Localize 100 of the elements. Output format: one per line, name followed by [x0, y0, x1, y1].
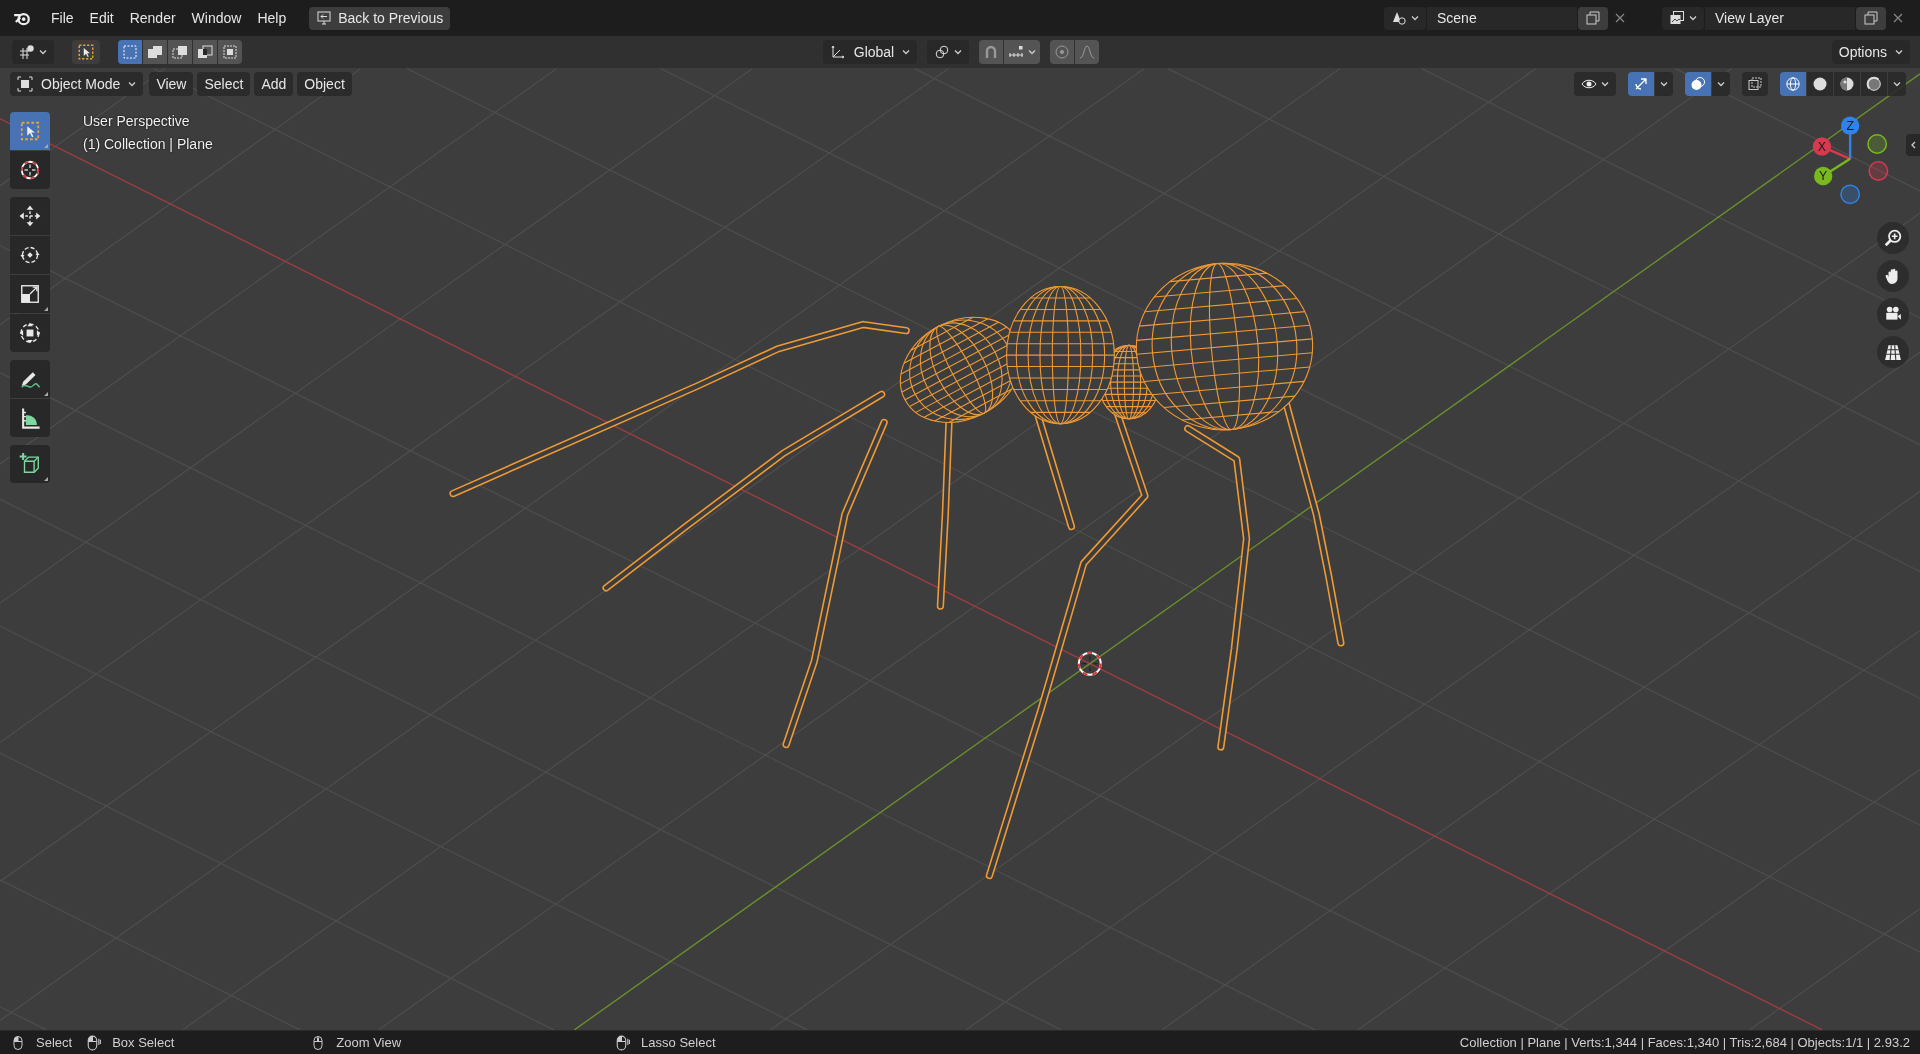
gizmo-dropdown[interactable] [1655, 72, 1673, 96]
gizmo-toggle[interactable] [1628, 72, 1654, 96]
dashed-square-icon [122, 44, 138, 60]
select-box-icon [19, 120, 41, 142]
overlapping-circles-icon [1690, 76, 1706, 92]
copy-icon [1863, 10, 1879, 26]
tool-button[interactable] [10, 399, 50, 437]
select-mode-button[interactable] [168, 40, 192, 64]
menu-item[interactable]: Edit [82, 6, 121, 30]
menu-item[interactable]: Select [197, 72, 251, 96]
xray-toggle[interactable] [1742, 72, 1768, 96]
cone-sphere-icon [1391, 10, 1407, 26]
select-mode-button[interactable] [218, 40, 242, 64]
axes-icon [829, 44, 846, 60]
object-mode-icon [17, 76, 33, 92]
caret-icon [1689, 14, 1697, 22]
back-button[interactable]: Back to Previous [309, 6, 451, 30]
select-mode-button[interactable] [193, 40, 217, 64]
caret-icon [1601, 80, 1609, 88]
caret-icon [39, 48, 47, 56]
key-hint: Zoom View [336, 1035, 402, 1050]
snap-target-dropdown[interactable] [1004, 40, 1041, 64]
crosshair-icon [19, 159, 41, 181]
wireframe-sphere-icon [1785, 76, 1801, 92]
menu-item[interactable]: Render [122, 6, 183, 30]
select-mode-button[interactable] [143, 40, 167, 64]
proportional-edit-toggle[interactable] [1050, 40, 1075, 64]
caret-icon [1028, 48, 1037, 56]
chevron-icon [1909, 140, 1917, 150]
sidebar-toggle[interactable] [1906, 134, 1920, 156]
caret-icon [902, 48, 911, 56]
cursor-target-icon [1077, 651, 1102, 676]
new-scene-button[interactable] [1578, 6, 1608, 30]
axis-handle[interactable] [1840, 184, 1861, 205]
camera-button[interactable] [1877, 298, 1909, 330]
transform-icon [19, 322, 41, 344]
grid-button[interactable] [1877, 336, 1909, 368]
tool-button[interactable] [10, 197, 50, 235]
shaded-sphere-icon [1866, 76, 1882, 92]
tool-button[interactable] [10, 151, 50, 189]
visibility-dropdown[interactable] [1574, 72, 1616, 96]
screen-arrow-icon [316, 10, 333, 26]
arrows-icon [1633, 76, 1649, 92]
axis-handle[interactable]: X [1812, 137, 1851, 160]
axis-handle[interactable] [1868, 161, 1889, 181]
tool-button[interactable] [10, 314, 50, 352]
falloff-dropdown[interactable] [1075, 40, 1100, 64]
tool-button[interactable] [10, 445, 50, 483]
menu-item[interactable]: Help [250, 6, 294, 30]
overlapping-squares-icon [147, 44, 163, 60]
caret-icon [128, 80, 137, 88]
overlay-dropdown[interactable] [1712, 72, 1730, 96]
overlapping-circles-icon [934, 44, 951, 60]
solid-sphere-icon [1812, 76, 1828, 92]
tool-button[interactable] [10, 236, 50, 274]
mouse-left-icon [10, 1033, 26, 1052]
scene-statistics: Collection | Plane | Verts:1,344 | Faces:1,340 | Tris:2,684 | Objects:1/1 | 2.93.2 [1459, 1035, 1910, 1050]
magnifier-plus-icon [1884, 229, 1902, 247]
add-cube-icon [19, 453, 41, 475]
menu-item[interactable]: File [44, 6, 81, 30]
editor-type-button[interactable] [12, 40, 54, 64]
pivot-dropdown[interactable] [927, 40, 970, 64]
snap-toggle[interactable] [979, 40, 1004, 64]
options-dropdown[interactable]: Options [1831, 40, 1910, 64]
zoom-button[interactable] [1877, 222, 1909, 254]
menu-item[interactable]: Add [254, 72, 294, 96]
overlay-toggle[interactable] [1685, 72, 1711, 96]
select-box-icon [77, 43, 95, 61]
scene-menu-button[interactable] [1384, 6, 1426, 30]
shading-button[interactable] [1807, 72, 1833, 96]
shading-dropdown[interactable] [1888, 72, 1906, 96]
orientation-dropdown[interactable]: Global [822, 40, 918, 64]
image-stack-icon [1669, 10, 1685, 26]
squares-intersect-icon [222, 44, 238, 60]
menu-item[interactable]: View [149, 72, 194, 96]
grid-sphere-icon [19, 44, 35, 60]
view-layer-field[interactable]: View Layer [1705, 6, 1855, 30]
tool-button[interactable] [10, 360, 50, 398]
squares-invert-icon [197, 44, 213, 60]
caret-icon [954, 48, 963, 56]
squares-subtract-icon [172, 44, 188, 60]
axis-handle[interactable]: Y [1813, 157, 1851, 186]
caret-icon [1893, 80, 1901, 88]
active-tool-button[interactable] [72, 40, 100, 64]
scene-field[interactable]: Scene [1427, 6, 1577, 30]
axis-handle[interactable] [1867, 134, 1888, 154]
new-view-layer-button[interactable] [1856, 6, 1886, 30]
view-layer-menu-button[interactable] [1662, 6, 1704, 30]
copy-icon [1585, 10, 1601, 26]
move-arrows-icon [19, 205, 41, 227]
half-shaded-sphere-icon [1839, 76, 1855, 92]
tool-button[interactable] [10, 275, 50, 313]
mode-dropdown[interactable]: Object Mode [10, 72, 144, 96]
hand-button[interactable] [1877, 260, 1909, 292]
shading-button[interactable] [1834, 72, 1860, 96]
menu-item[interactable]: Window [184, 6, 249, 30]
menu-item[interactable]: Object [297, 72, 352, 96]
axis-handle[interactable]: Z [1840, 116, 1860, 159]
shading-button[interactable] [1861, 72, 1887, 96]
curve-icon [1079, 44, 1096, 60]
